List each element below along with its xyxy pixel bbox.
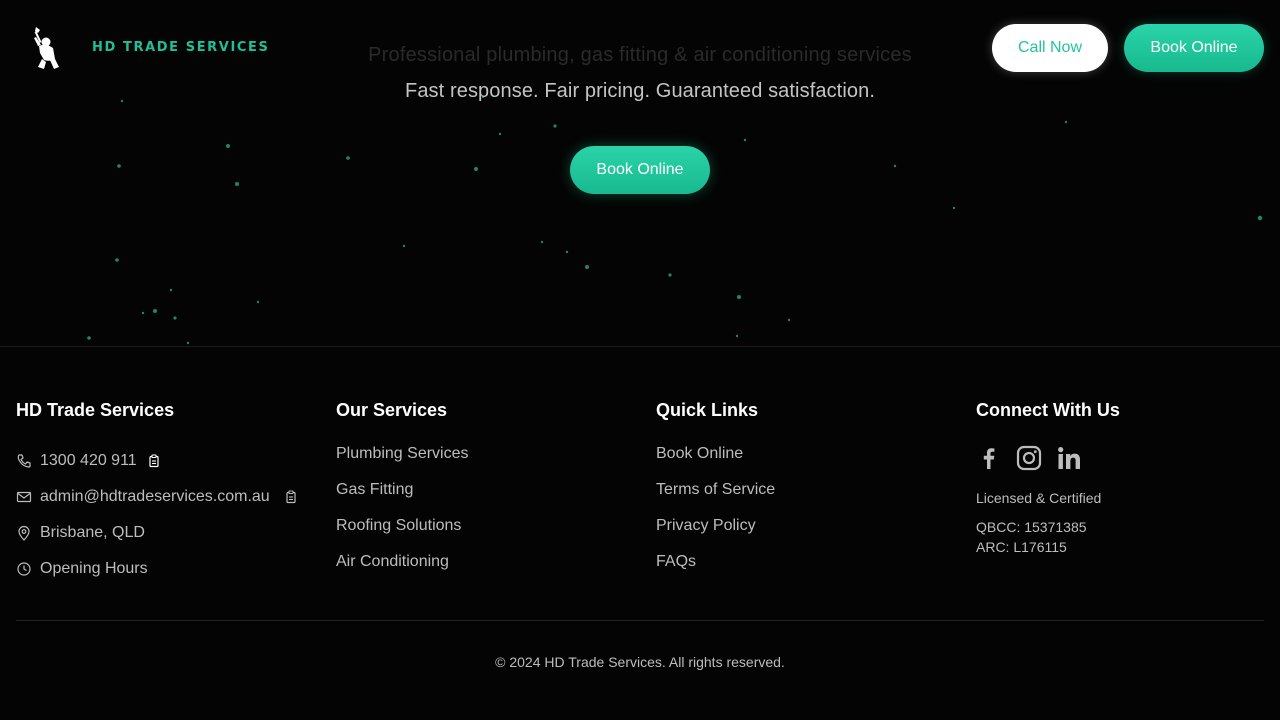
mail-icon — [16, 491, 32, 503]
footer-quick-links-heading: Quick Links — [656, 400, 759, 420]
call-now-button[interactable]: Call Now — [992, 24, 1108, 72]
footer-connect-heading: Connect With Us — [976, 400, 1120, 420]
site-header: HD TRADE SERVICES Call Now Book Online — [0, 0, 1280, 96]
opening-hours-link[interactable]: Opening Hours — [40, 560, 148, 578]
footer-connect-column: Connect With Us Licensed & Certified QBC… — [976, 399, 1276, 557]
phone-row: 1300 420 911 — [16, 443, 316, 479]
qbcc-licence: QBCC: 15371385 — [976, 519, 1087, 535]
footer-divider — [16, 620, 1264, 621]
header-book-online-button[interactable]: Book Online — [1124, 24, 1264, 72]
linkedin-icon[interactable] — [1056, 445, 1082, 471]
copy-phone-icon[interactable] — [147, 454, 161, 468]
hours-row: Opening Hours — [16, 551, 316, 587]
copyright-text: © 2024 HD Trade Services. All rights res… — [495, 654, 785, 670]
service-link-gas-fitting[interactable]: Gas Fitting — [336, 479, 636, 515]
facebook-icon[interactable] — [976, 445, 1002, 471]
service-link-roofing[interactable]: Roofing Solutions — [336, 515, 636, 551]
phone-number[interactable]: 1300 420 911 — [40, 452, 137, 470]
copy-email-icon[interactable] — [284, 490, 298, 504]
map-pin-icon — [18, 525, 30, 541]
hero-book-online-button[interactable]: Book Online — [570, 146, 710, 194]
instagram-icon[interactable] — [1016, 445, 1042, 471]
site-footer: HD Trade Services 1300 420 911 admin@hdt… — [0, 346, 1280, 720]
quick-link-faqs[interactable]: FAQs — [656, 551, 956, 587]
quick-link-book-online[interactable]: Book Online — [656, 443, 956, 479]
footer-quick-links-column: Quick Links Book Online Terms of Service… — [656, 399, 956, 587]
quick-link-terms[interactable]: Terms of Service — [656, 479, 956, 515]
handyman-logo-icon[interactable] — [28, 26, 64, 72]
footer-company-heading: HD Trade Services — [16, 400, 175, 420]
location-row: Brisbane, QLD — [16, 515, 316, 551]
service-link-plumbing[interactable]: Plumbing Services — [336, 443, 636, 479]
social-links — [976, 443, 1276, 473]
certification-title: Licensed & Certified — [976, 490, 1102, 506]
email-address[interactable]: admin@hdtradeservices.com.au — [40, 488, 270, 506]
brand-name[interactable]: HD TRADE SERVICES — [92, 40, 269, 55]
footer-services-column: Our Services Plumbing Services Gas Fitti… — [336, 399, 636, 587]
service-link-air-conditioning[interactable]: Air Conditioning — [336, 551, 636, 587]
footer-services-heading: Our Services — [336, 400, 448, 420]
arc-licence: ARC: L176115 — [976, 539, 1067, 555]
page: Professional plumbing, gas fitting & air… — [0, 0, 1280, 720]
clock-icon — [17, 562, 31, 576]
location-text: Brisbane, QLD — [40, 524, 145, 541]
email-row: admin@hdtradeservices.com.au — [16, 479, 316, 515]
footer-company-column: HD Trade Services 1300 420 911 admin@hdt… — [16, 399, 316, 587]
phone-icon — [17, 454, 31, 468]
quick-link-privacy[interactable]: Privacy Policy — [656, 515, 956, 551]
